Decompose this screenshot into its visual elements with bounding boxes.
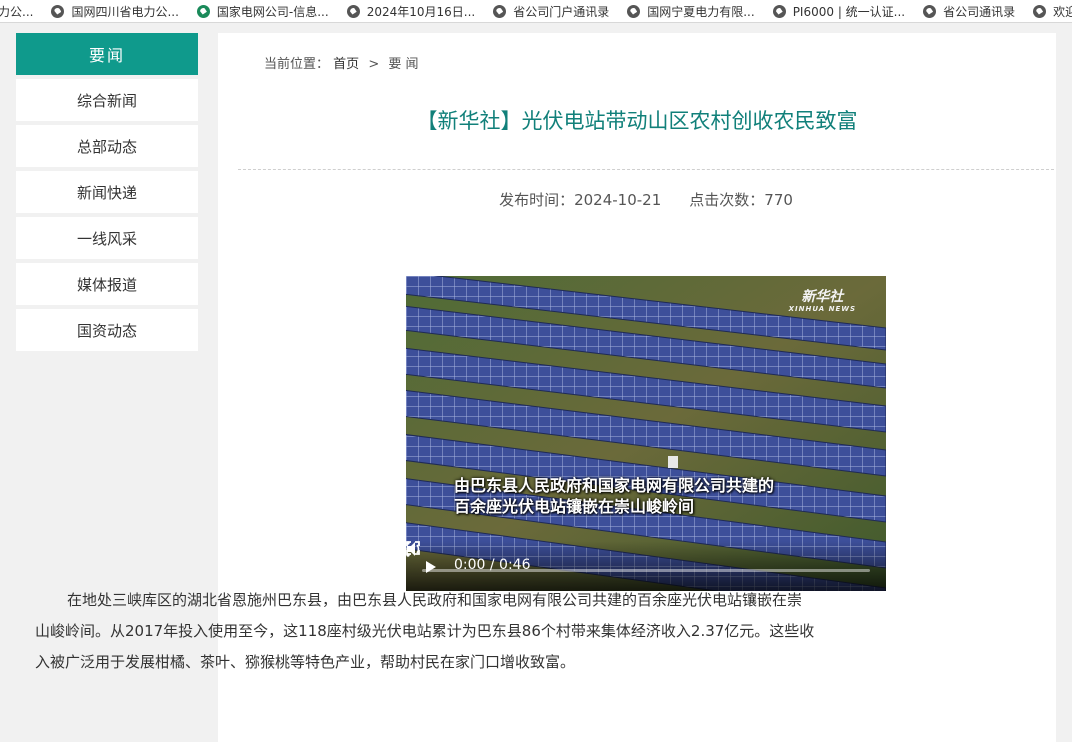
title-divider: [238, 169, 1054, 170]
bookmark-label: 省公司通讯录: [943, 4, 1016, 19]
bookmark-item[interactable]: 国网四川省电力公...: [51, 3, 179, 20]
views-label: 点击次数：: [689, 191, 765, 209]
bookmark-label: 2024年10月16日...: [366, 4, 476, 19]
breadcrumb: 当前位置： 首页 > 要 闻: [264, 53, 419, 72]
bookmark-item[interactable]: 2024年10月16日...: [346, 3, 476, 20]
bookmark-item[interactable]: PI6000 | 统一认证...: [772, 3, 906, 20]
globe-icon: [51, 4, 65, 18]
bookmark-item[interactable]: 省公司通讯录: [923, 3, 1015, 20]
breadcrumb-home-link[interactable]: 首页: [333, 57, 359, 72]
globe-icon: [772, 4, 786, 18]
globe-icon: [923, 4, 937, 18]
views-count: 770: [764, 191, 793, 209]
watermark-text: 新华社: [801, 289, 844, 305]
breadcrumb-prefix: 当前位置：: [264, 57, 330, 72]
video-subtitle: 由巴东县人民政府和国家电网有限公司共建的 百余座光伏电站镶嵌在崇山峻岭间: [454, 475, 774, 517]
article-meta: 发布时间：2024-10-21 点击次数：770: [218, 189, 1072, 210]
more-options-icon[interactable]: [406, 541, 410, 557]
bookmark-label: 国网宁夏电力有限...: [647, 4, 755, 19]
sidebar-item-state-assets[interactable]: 国资动态: [16, 309, 198, 351]
breadcrumb-separator: >: [368, 57, 380, 72]
article-body: 在地处三峡库区的湖北省恩施州巴东县，由巴东县人民政府和国家电网有限公司共建的百余…: [35, 591, 815, 671]
subtitle-line-2: 百余座光伏电站镶嵌在崇山峻岭间: [454, 497, 695, 516]
sidebar-item-frontline[interactable]: 一线风采: [16, 217, 198, 259]
globe-icon: [346, 4, 360, 18]
sidebar-item-news-express[interactable]: 新闻快递: [16, 171, 198, 213]
bookmark-item[interactable]: 欢迎: [1033, 3, 1072, 20]
sidebar-item-media-reports[interactable]: 媒体报道: [16, 263, 198, 305]
video-controls: 0:00 / 0:46: [406, 541, 886, 591]
publish-date: 2024-10-21: [574, 191, 662, 209]
bookmark-item[interactable]: 力公...: [0, 3, 33, 20]
bookmark-item[interactable]: 省公司门户通讯录: [493, 3, 609, 20]
bookmark-item[interactable]: 国家电网公司-信息...: [196, 3, 329, 20]
sgcc-logo-icon: [196, 4, 210, 18]
globe-icon: [627, 4, 641, 18]
xinhua-watermark: 新华社 XINHUA NEWS: [789, 290, 856, 313]
sidebar-item-comprehensive-news[interactable]: 综合新闻: [16, 79, 198, 121]
video-progress-bar[interactable]: [422, 569, 870, 572]
globe-icon: [493, 4, 507, 18]
bookmark-label: 力公...: [0, 4, 34, 19]
sidebar-item-hq-news[interactable]: 总部动态: [16, 125, 198, 167]
globe-icon: [1033, 4, 1047, 18]
bookmark-label: 国家电网公司-信息...: [216, 4, 329, 19]
bookmarks-bar: 力公... 国网四川省电力公... 国家电网公司-信息... 2024年10月16日.…: [0, 0, 1072, 23]
bookmark-label: PI6000 | 统一认证...: [792, 4, 906, 19]
article-title: 【新华社】光伏电站带动山区农村创收农民致富: [416, 109, 858, 133]
bookmark-item[interactable]: 国网宁夏电力有限...: [627, 3, 755, 20]
bookmark-label: 国网四川省电力公...: [71, 4, 179, 19]
publish-label: 发布时间：: [499, 191, 575, 209]
video-player[interactable]: 新华社 XINHUA NEWS 由巴东县人民政府和国家电网有限公司共建的 百余座…: [406, 276, 886, 591]
sidebar-header: 要闻: [16, 33, 198, 75]
watermark-subtext: XINHUA NEWS: [788, 305, 856, 313]
sidebar: 要闻 综合新闻 总部动态 新闻快递 一线风采 媒体报道 国资动态: [16, 33, 198, 351]
subtitle-line-1: 由巴东县人民政府和国家电网有限公司共建的: [454, 476, 775, 495]
bookmark-label: 省公司门户通讯录: [513, 4, 610, 19]
breadcrumb-current: 要 闻: [388, 57, 419, 72]
bookmark-label: 欢迎: [1053, 4, 1072, 19]
